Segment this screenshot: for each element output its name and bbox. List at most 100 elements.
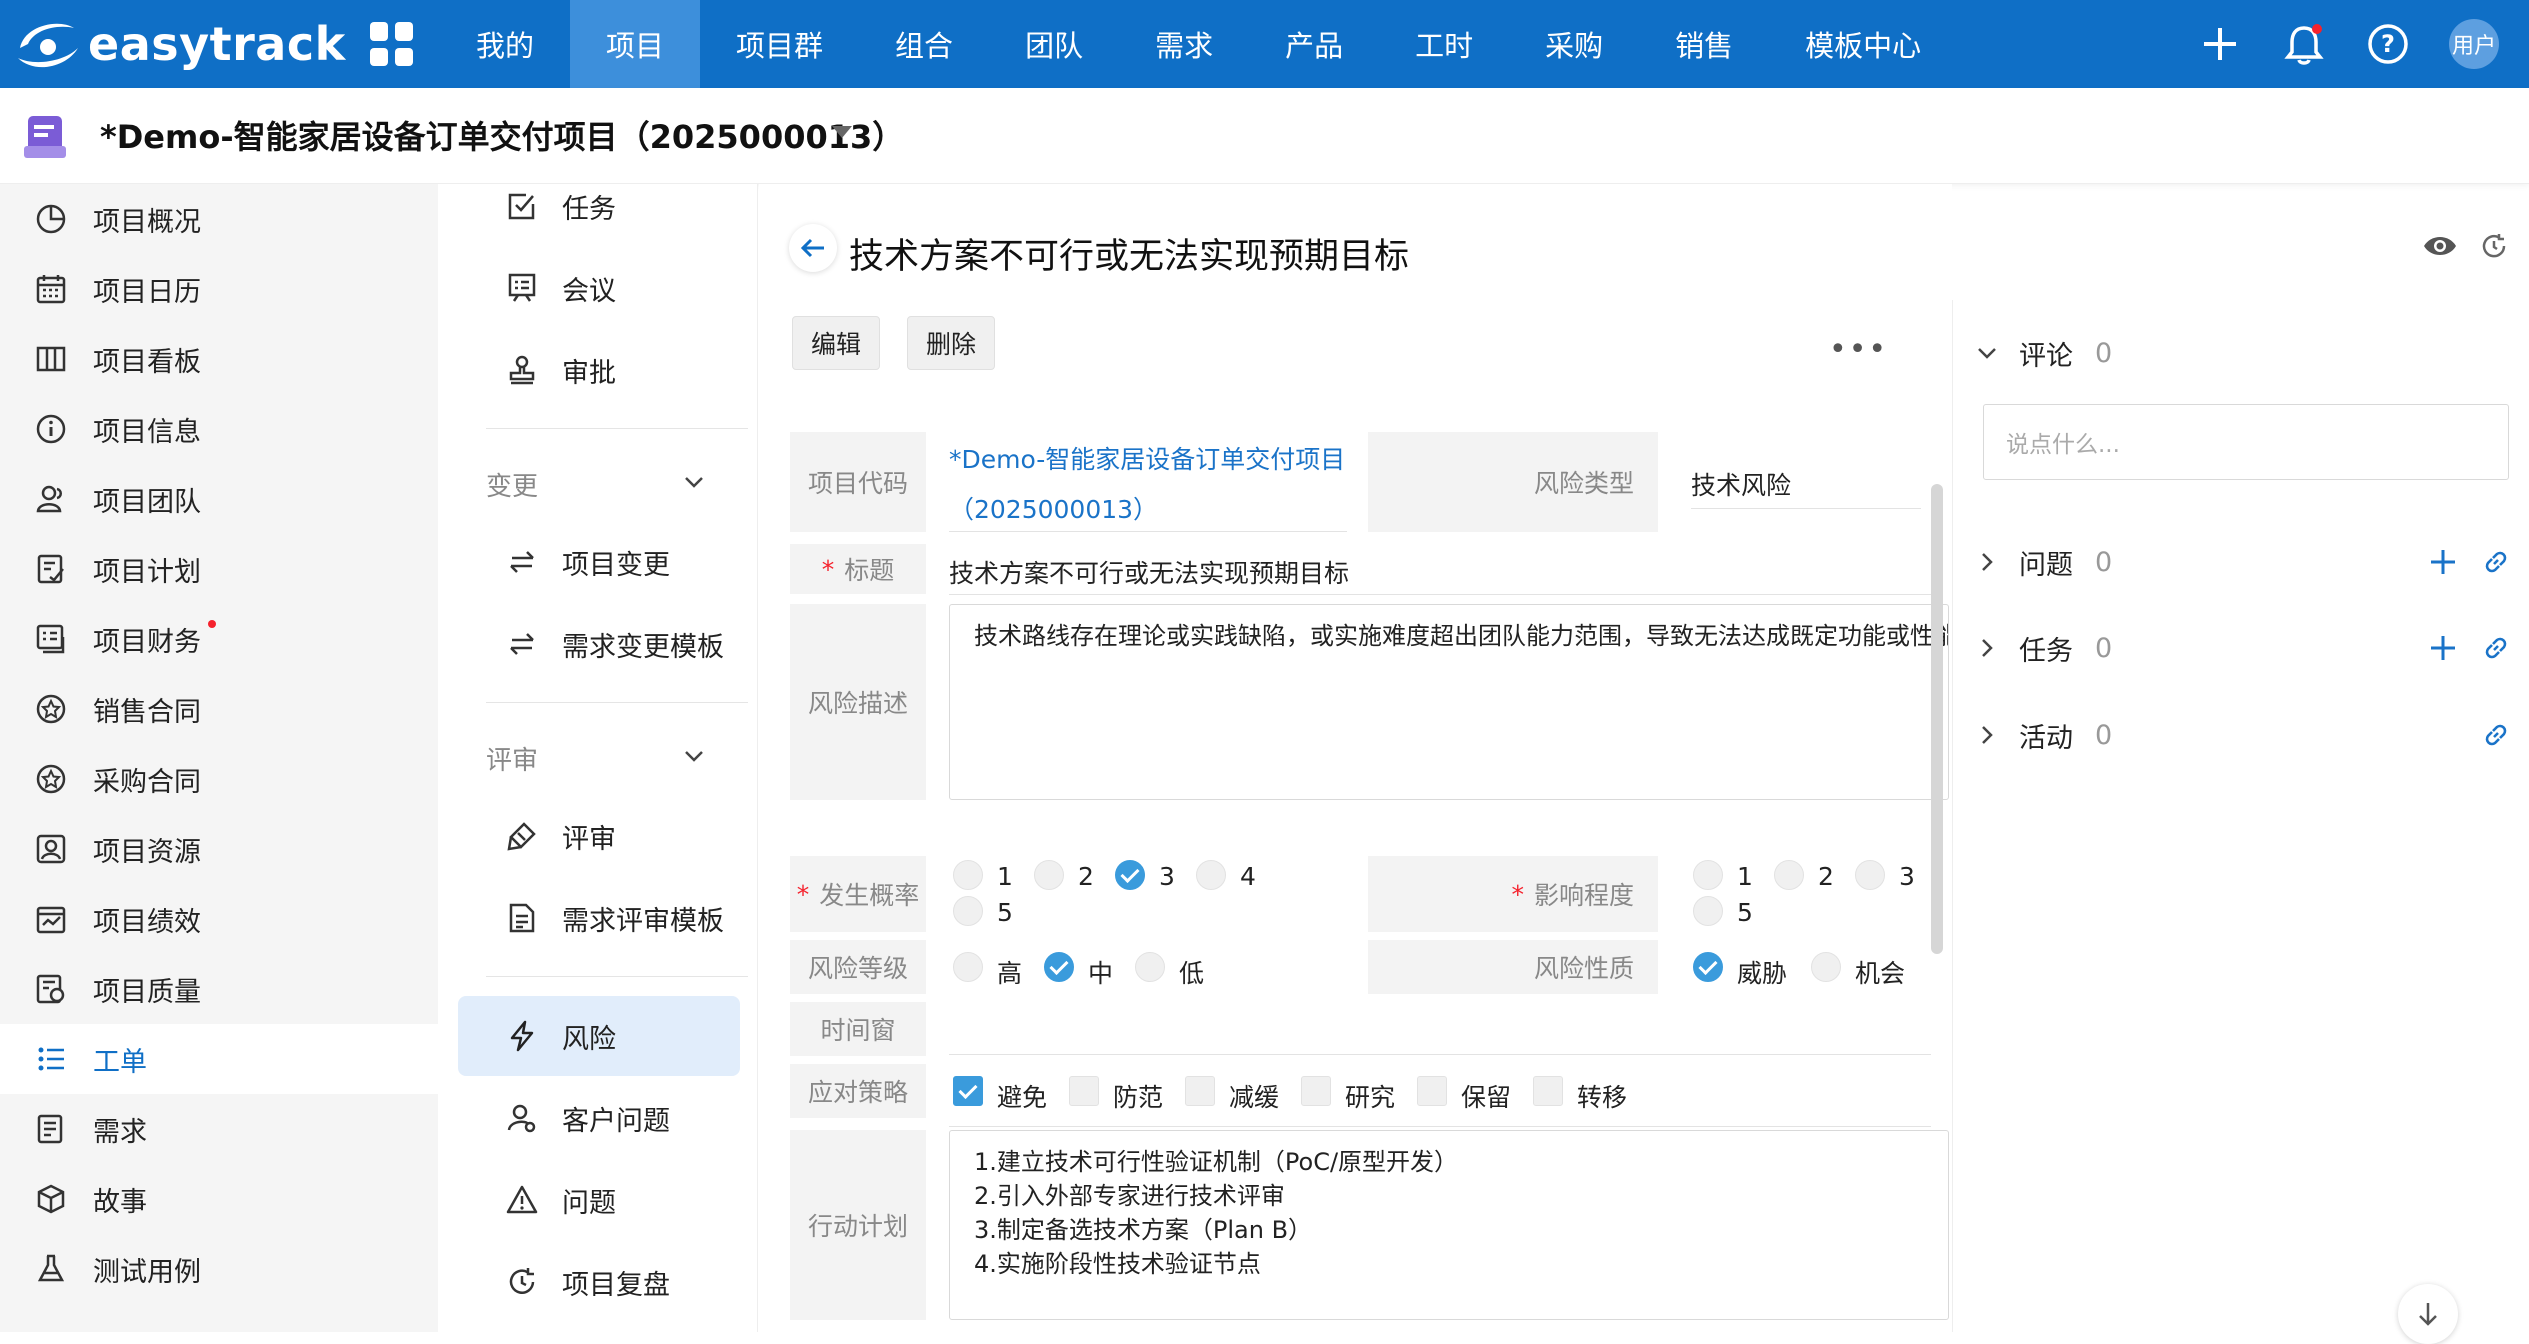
detail-scrollbar[interactable] [1931, 484, 1943, 954]
strategy-checkbox-prevent[interactable] [1069, 1076, 1099, 1106]
subnav-item-approval[interactable]: 审批 [458, 330, 740, 410]
link-task-icon[interactable] [2481, 633, 2511, 663]
link-activity-icon[interactable] [2481, 720, 2511, 750]
sidebar-item-story[interactable]: 故事 [0, 1164, 438, 1234]
nav-requirement[interactable]: 需求 [1119, 0, 1249, 88]
subnav-section-change[interactable]: 变更 [486, 466, 538, 503]
nav-program[interactable]: 项目群 [700, 0, 859, 88]
level-radio-medium[interactable] [1044, 952, 1074, 982]
action-plan-textarea[interactable]: 1.建立技术可行性验证机制（PoC/原型开发） 2.引入外部专家进行技术评审 3… [949, 1130, 1949, 1320]
finance-icon [34, 622, 68, 656]
sidebar-item-plan[interactable]: 项目计划 [0, 534, 438, 604]
impact-radio-5[interactable] [1693, 896, 1723, 926]
nav-template-center[interactable]: 模板中心 [1769, 0, 1957, 88]
link-issue-icon[interactable] [2481, 547, 2511, 577]
sidebar-item-finance[interactable]: 项目财务 [0, 604, 438, 674]
strategy-checkbox-research[interactable] [1301, 1076, 1331, 1106]
sidebar-item-resource[interactable]: 项目资源 [0, 814, 438, 884]
strategy-checkbox-mitigate[interactable] [1185, 1076, 1215, 1106]
nature-radio-threat[interactable] [1693, 952, 1723, 982]
subnav-item-customer-issue[interactable]: 客户问题 [458, 1078, 740, 1158]
apps-grid-icon[interactable] [370, 22, 414, 66]
sidebar-item-purchase-contract[interactable]: 采购合同 [0, 744, 438, 814]
subnav-item-task[interactable]: 任务 [458, 166, 740, 246]
subnav-item-meeting[interactable]: 会议 [458, 248, 740, 328]
edit-button[interactable]: 编辑 [792, 316, 880, 370]
activity-section-header[interactable]: 活动 0 [1975, 710, 2112, 760]
sidebar-item-team[interactable]: 项目团队 [0, 464, 438, 534]
probability-radio-3[interactable] [1115, 860, 1145, 890]
sidebar-item-label: 项目看板 [93, 346, 201, 378]
strategy-checkbox-retain[interactable] [1417, 1076, 1447, 1106]
nav-sales[interactable]: 销售 [1639, 0, 1769, 88]
list-icon [34, 1042, 68, 1076]
nav-my[interactable]: 我的 [440, 0, 570, 88]
sidebar-item-workorder[interactable]: 工单 [0, 1024, 438, 1094]
sidebar-item-quality[interactable]: 项目质量 [0, 954, 438, 1024]
risk-description-textarea[interactable]: 技术路线存在理论或实践缺陷，或实施难度超出团队能力范围，导致无法达成既定功能或性… [949, 604, 1949, 800]
title-field[interactable]: 技术方案不可行或无法实现预期目标 [949, 554, 1349, 590]
subnav-item-retrospective[interactable]: 项目复盘 [458, 1242, 740, 1322]
nature-radio-opportunity[interactable] [1811, 952, 1841, 982]
nav-timesheet[interactable]: 工时 [1379, 0, 1509, 88]
comments-section-header[interactable]: 评论 0 [1975, 328, 2112, 378]
probability-radio-4[interactable] [1196, 860, 1226, 890]
sidebar-item-testcase[interactable]: 测试用例 [0, 1234, 438, 1304]
sidebar-item-requirement[interactable]: 需求 [0, 1094, 438, 1164]
subnav-item-project-change[interactable]: 项目变更 [458, 522, 740, 602]
back-arrow-icon[interactable] [789, 224, 837, 272]
issues-section-header[interactable]: 问题 0 [1975, 537, 2112, 587]
subnav-item-review-template[interactable]: 需求评审模板 [458, 878, 740, 958]
risk-type-value[interactable]: 技术风险 [1691, 466, 1791, 502]
probability-radio-5[interactable] [953, 896, 983, 926]
tasks-label: 任务 [2019, 635, 2073, 667]
add-issue-icon[interactable] [2428, 547, 2458, 577]
subnav-item-issue[interactable]: 问题 [458, 1160, 740, 1240]
level-radio-low[interactable] [1135, 952, 1165, 982]
sidebar-item-performance[interactable]: 项目绩效 [0, 884, 438, 954]
nav-product[interactable]: 产品 [1249, 0, 1379, 88]
probability-radio-1[interactable] [953, 860, 983, 890]
sidebar-item-kanban[interactable]: 项目看板 [0, 324, 438, 394]
sidebar-item-sales-contract[interactable]: 销售合同 [0, 674, 438, 744]
nav-portfolio[interactable]: 组合 [859, 0, 989, 88]
nav-team[interactable]: 团队 [989, 0, 1119, 88]
subnav-section-review[interactable]: 评审 [486, 740, 538, 777]
scroll-down-arrow-icon[interactable] [2398, 1284, 2458, 1344]
easytrack-logo[interactable]: easytrack [12, 14, 346, 74]
chevron-down-icon[interactable] [682, 470, 706, 498]
add-icon[interactable] [2197, 21, 2243, 67]
impact-radio-3[interactable] [1855, 860, 1885, 890]
project-switch-caret-icon[interactable] [832, 126, 852, 138]
tasks-section-header[interactable]: 任务 0 [1975, 623, 2112, 673]
time-window-field[interactable] [949, 1054, 1931, 1055]
probability-radio-2[interactable] [1034, 860, 1064, 890]
subnav-item-risk[interactable]: 风险 [458, 996, 740, 1076]
user-avatar[interactable]: 用户 [2449, 19, 2499, 69]
strategy-checkbox-transfer[interactable] [1533, 1076, 1563, 1106]
help-icon[interactable]: ? [2365, 21, 2411, 67]
document-icon [504, 900, 540, 936]
subnav-item-req-change-template[interactable]: 需求变更模板 [458, 604, 740, 684]
history-icon[interactable] [2480, 232, 2508, 264]
sidebar-item-overview[interactable]: 项目概况 [0, 184, 438, 254]
sidebar-item-calendar[interactable]: 项目日历 [0, 254, 438, 324]
finance-badge-dot [208, 620, 216, 628]
chevron-down-icon[interactable] [682, 744, 706, 772]
add-task-icon[interactable] [2428, 633, 2458, 663]
impact-radio-1[interactable] [1693, 860, 1723, 890]
impact-radio-2[interactable] [1774, 860, 1804, 890]
notification-bell-icon[interactable] [2281, 21, 2327, 67]
sidebar-item-info[interactable]: 项目信息 [0, 394, 438, 464]
project-code-number[interactable]: （2025000013） [949, 490, 1158, 526]
comment-input[interactable]: 说点什么... [1983, 404, 2509, 480]
nav-purchase[interactable]: 采购 [1509, 0, 1639, 88]
nav-project[interactable]: 项目 [570, 0, 701, 88]
more-options-icon[interactable]: ••• [1829, 332, 1888, 367]
delete-button[interactable]: 删除 [907, 316, 995, 370]
level-radio-high[interactable] [953, 952, 983, 982]
strategy-checkbox-avoid[interactable] [953, 1076, 983, 1106]
eye-icon[interactable] [2422, 233, 2458, 263]
project-code-link[interactable]: *Demo-智能家居设备订单交付项目 [949, 440, 1345, 476]
subnav-item-review[interactable]: 评审 [458, 796, 740, 876]
